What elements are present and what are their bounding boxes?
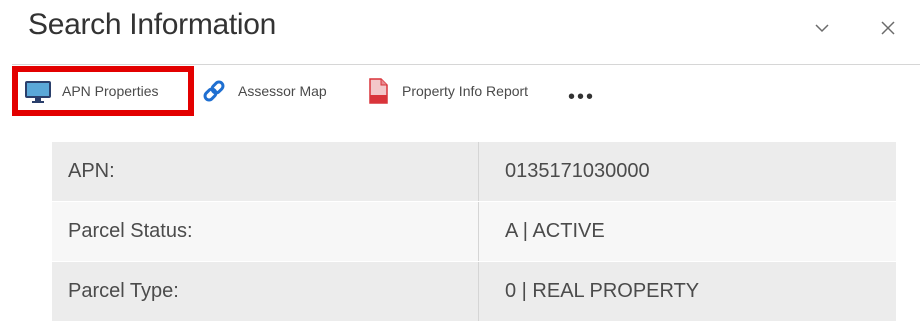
collapse-button[interactable] [808,14,836,42]
link-icon [198,77,230,105]
close-button[interactable] [874,14,902,42]
header-divider [12,64,920,65]
chevron-down-icon [815,24,829,33]
property-info-report-button[interactable]: Property Info Report [362,66,528,116]
row-label-parcel-status: Parcel Status: [52,201,479,262]
row-value-parcel-status: A | ACTIVE [478,201,896,262]
panel-header: Search Information [0,0,920,56]
apn-properties-button[interactable]: APN Properties [12,66,194,116]
row-label-parcel-type: Parcel Type: [52,261,479,322]
monitor-icon [22,77,54,105]
table-row: APN: 0135171030000 [52,142,896,202]
row-value-parcel-type: 0 | REAL PROPERTY [478,261,896,322]
assessor-map-button[interactable]: Assessor Map [198,66,327,116]
assessor-map-label: Assessor Map [238,83,327,99]
panel-title: Search Information [28,8,277,41]
table-row: Parcel Type: 0 | REAL PROPERTY [52,261,896,322]
table-row: Parcel Status: A | ACTIVE [52,201,896,262]
parcel-info-table: APN: 0135171030000 Parcel Status: A | AC… [52,142,896,322]
property-info-report-label: Property Info Report [402,83,529,99]
pdf-icon [362,77,394,105]
close-icon [881,21,895,35]
more-options-button[interactable]: ••• [568,72,595,122]
action-toolbar: APN Properties Assessor Map Property Inf… [12,66,892,120]
row-label-apn: APN: [52,142,479,202]
row-value-apn: 0135171030000 [478,142,896,202]
apn-properties-label: APN Properties [62,83,159,99]
